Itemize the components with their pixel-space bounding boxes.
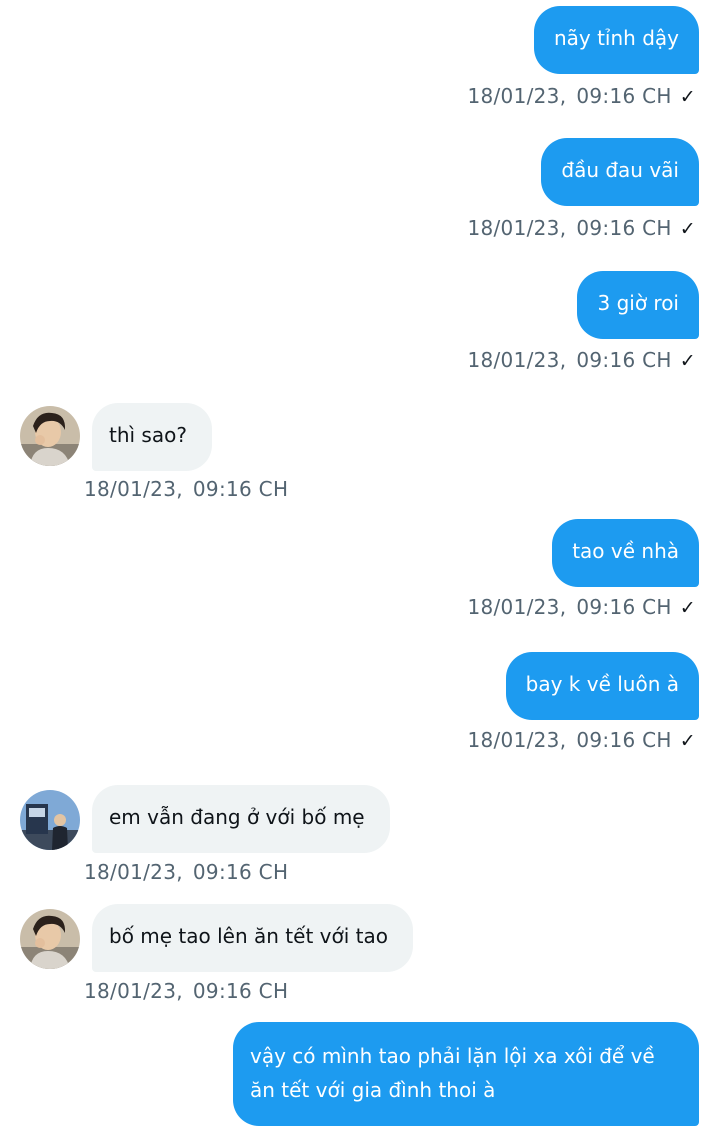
- message-time: 09:16 CH: [576, 595, 672, 619]
- message-timestamp: 18/01/23, 09:16 CH: [84, 857, 288, 887]
- message-date: 18/01/23,: [467, 728, 567, 752]
- message-bubble[interactable]: tao về nhà: [552, 519, 699, 587]
- message-time: 09:16 CH: [192, 477, 289, 501]
- sent-check-icon: ✓: [679, 218, 696, 240]
- message-date: 18/01/23,: [84, 477, 183, 501]
- message-timestamp: 18/01/23, 09:16 CH ✓: [467, 592, 696, 622]
- message-timestamp: 18/01/23, 09:16 CH: [84, 474, 288, 504]
- message-time: 09:16 CH: [576, 728, 672, 752]
- message-timestamp: 18/01/23, 09:16 CH ✓: [467, 213, 696, 243]
- message-date: 18/01/23,: [467, 595, 567, 619]
- message-time: 09:16 CH: [192, 979, 289, 1003]
- message-bubble[interactable]: đầu đau vãi: [541, 138, 699, 206]
- sent-check-icon: ✓: [679, 597, 696, 619]
- message-bubble[interactable]: vậy có mình tao phải lặn lội xa xôi để v…: [233, 1022, 699, 1126]
- message-bubble[interactable]: 3 giờ roi: [577, 271, 699, 339]
- message-date: 18/01/23,: [467, 216, 567, 240]
- message-timestamp: 18/01/23, 09:16 CH ✓: [467, 345, 696, 375]
- message-bubble[interactable]: nãy tỉnh dậy: [533, 6, 699, 74]
- message-timestamp: 18/01/23, 09:16 CH ✓: [467, 725, 696, 755]
- message-thread: nãy tỉnh dậy 18/01/23, 09:16 CH ✓ đầu đau …: [0, 0, 720, 1131]
- message-timestamp: 18/01/23, 09:16 CH ✓: [467, 81, 696, 111]
- message-date: 18/01/23,: [84, 860, 183, 884]
- message-time: 09:16 CH: [576, 84, 672, 108]
- message-bubble[interactable]: bố mẹ tao lên ăn tết với tao: [92, 904, 413, 972]
- message-bubble[interactable]: bay k về luôn à: [505, 652, 699, 720]
- message-timestamp: 18/01/23, 09:16 CH: [84, 976, 288, 1006]
- sent-check-icon: ✓: [679, 350, 696, 372]
- portrait-avatar-image: [20, 909, 80, 969]
- message-time: 09:16 CH: [576, 216, 672, 240]
- message-bubble[interactable]: thì sao?: [92, 403, 212, 471]
- avatar[interactable]: [20, 909, 80, 969]
- message-time: 09:16 CH: [576, 348, 672, 372]
- message-date: 18/01/23,: [467, 84, 567, 108]
- message-date: 18/01/23,: [467, 348, 567, 372]
- avatar[interactable]: [20, 406, 80, 466]
- message-date: 18/01/23,: [84, 979, 183, 1003]
- message-bubble[interactable]: em vẫn đang ở với bố mẹ: [92, 785, 390, 853]
- avatar[interactable]: [20, 790, 80, 850]
- sent-check-icon: ✓: [679, 86, 696, 108]
- sent-check-icon: ✓: [679, 730, 696, 752]
- outdoor-avatar-image: [20, 790, 80, 850]
- message-time: 09:16 CH: [192, 860, 289, 884]
- portrait-avatar-image: [20, 406, 80, 466]
